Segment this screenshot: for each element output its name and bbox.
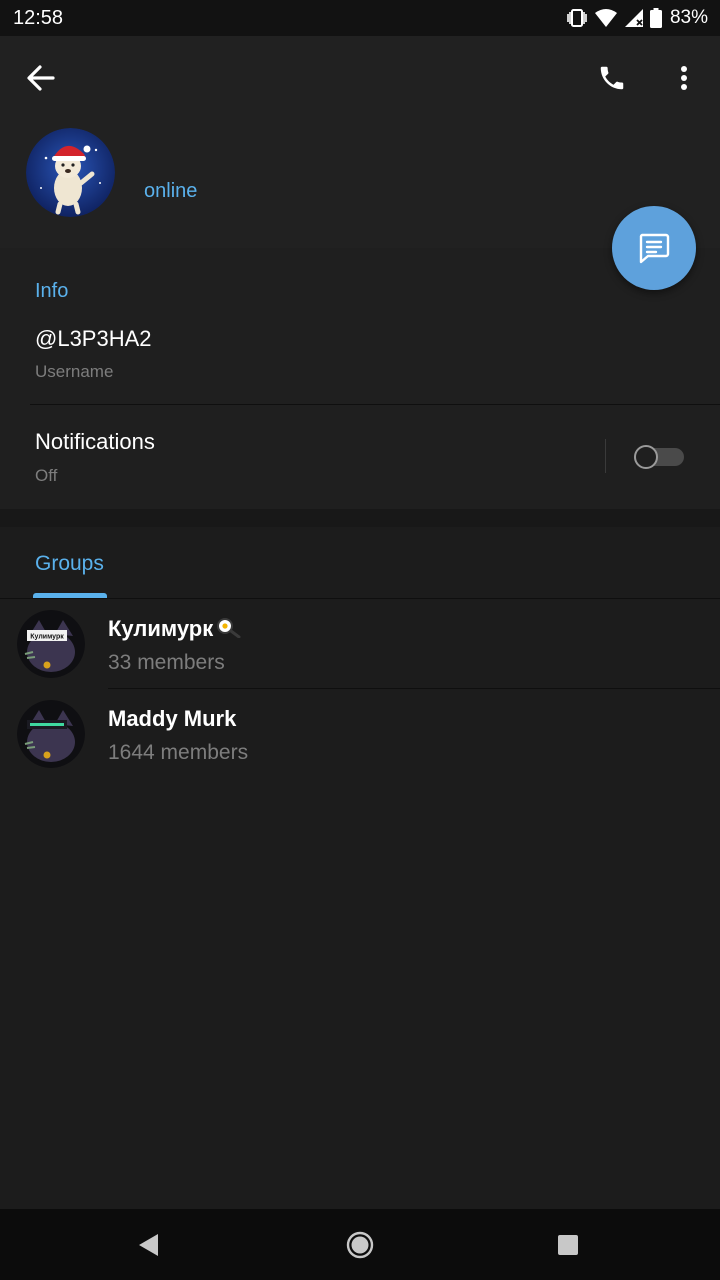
nav-recents-button[interactable]	[546, 1223, 590, 1267]
notifications-label: Notifications	[35, 429, 155, 454]
call-button[interactable]	[592, 58, 632, 98]
group-row[interactable]: Maddy Murk 1644 members	[0, 689, 720, 779]
wifi-icon	[594, 8, 618, 28]
vibrate-icon	[566, 8, 588, 28]
username-value: @L3P3HA2	[35, 326, 152, 351]
group-members: 1644 members	[108, 741, 249, 764]
info-title: Info	[35, 280, 69, 302]
triangle-back-icon	[139, 1234, 158, 1256]
group-row[interactable]: Кулимурк Кулимурк 33 members	[0, 599, 720, 689]
toggle-knob	[634, 445, 658, 469]
status-time: 12:58	[13, 7, 64, 29]
more-options-button[interactable]	[664, 58, 704, 98]
group-members: 33 members	[108, 651, 225, 674]
group-name: Кулимурк	[108, 616, 241, 642]
circle-home-icon	[346, 1231, 374, 1259]
notifications-value: Off	[35, 466, 58, 485]
tab-groups-label: Groups	[35, 552, 104, 575]
notifications-row[interactable]: Notifications Off	[0, 405, 720, 509]
nav-home-button[interactable]	[338, 1223, 382, 1267]
battery-icon	[649, 8, 662, 28]
profile-header: online	[0, 36, 720, 248]
battery-percent: 83%	[669, 7, 708, 28]
group-avatar-text: Кулимурк	[30, 634, 64, 641]
status-icons: 83%	[566, 6, 708, 30]
separator	[605, 439, 606, 473]
status-bar: 12:58 83%	[0, 0, 720, 36]
tab-groups[interactable]: Groups	[0, 527, 140, 598]
group-avatar	[17, 700, 85, 768]
username-row[interactable]: @L3P3HA2 Username	[0, 314, 720, 404]
group-name: Maddy Murk	[108, 706, 237, 731]
profile-avatar[interactable]	[26, 128, 115, 217]
message-icon	[639, 233, 670, 264]
group-avatar: Кулимурк	[17, 610, 85, 678]
back-button[interactable]	[21, 58, 61, 98]
frying-pan-egg-icon	[217, 618, 241, 639]
send-message-button[interactable]	[612, 206, 696, 290]
nav-back-button[interactable]	[126, 1223, 170, 1267]
online-status: online	[144, 180, 198, 202]
signal-icon	[624, 8, 644, 28]
username-label: Username	[35, 362, 114, 381]
groups-section: Groups Кулимурк Кулимурк 33 members Madd…	[0, 527, 720, 1209]
system-navigation-bar	[0, 1209, 720, 1280]
more-vertical-icon	[681, 66, 687, 90]
square-recents-icon	[558, 1235, 578, 1255]
notifications-toggle[interactable]	[634, 445, 684, 469]
info-section: Info @L3P3HA2 Username Notifications Off	[0, 248, 720, 509]
phone-icon	[600, 66, 624, 90]
arrow-left-icon	[27, 65, 55, 91]
